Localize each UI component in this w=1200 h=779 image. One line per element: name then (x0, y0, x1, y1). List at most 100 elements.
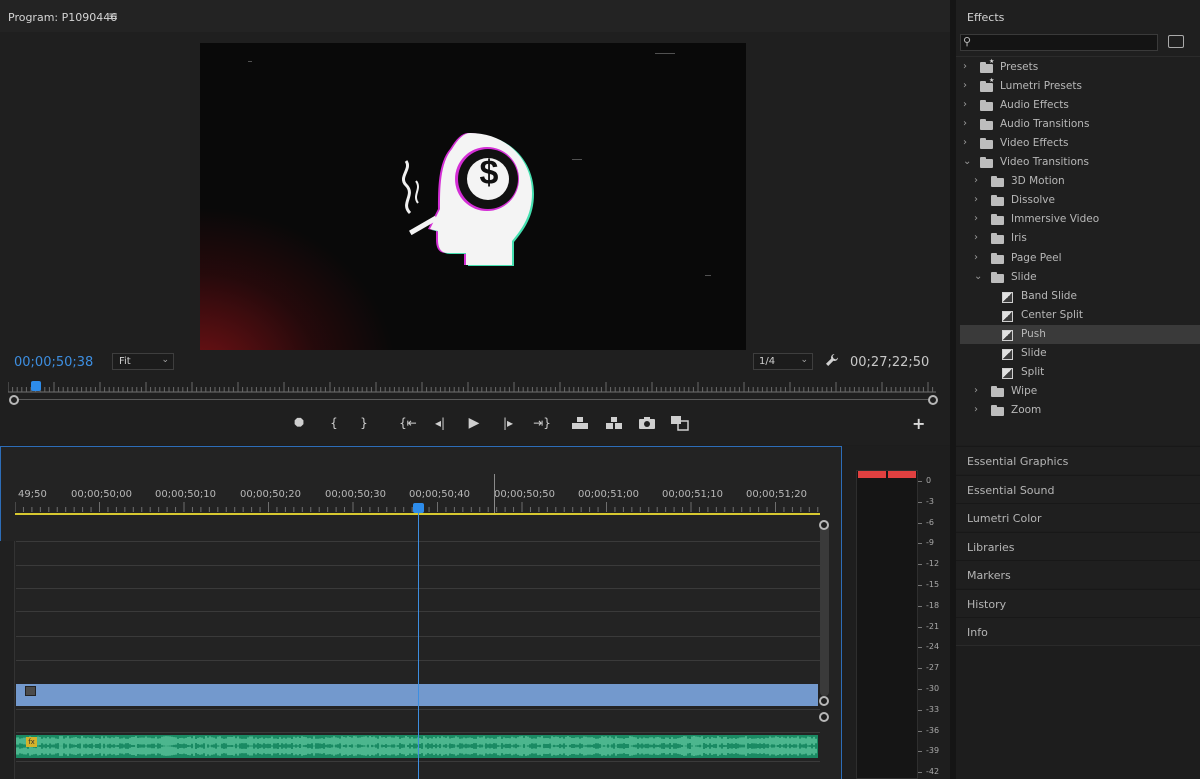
sequence-end-marker (494, 474, 495, 514)
effects-tree-item[interactable]: › Lumetri Presets (960, 77, 1200, 96)
effects-tree-item[interactable]: › Iris (960, 229, 1200, 248)
chevron-right-icon[interactable]: › (974, 194, 978, 205)
mark-out-button[interactable]: } (355, 410, 373, 436)
chevron-right-icon[interactable]: › (963, 99, 967, 110)
chevron-right-icon[interactable]: › (974, 385, 978, 396)
folder-icon (991, 252, 1004, 264)
effects-tree-item[interactable]: Slide (960, 344, 1200, 363)
chevron-down-icon[interactable]: ⌄ (974, 271, 982, 282)
playhead-timecode[interactable]: 00;00;50;38 (14, 355, 93, 370)
zoom-level-select[interactable]: Fit ⌄ (112, 353, 174, 370)
timeline-vertical-scrollbar[interactable] (819, 520, 829, 779)
panel-info[interactable]: Info (956, 617, 1200, 645)
ruler-timecode: 00;00;50;20 (240, 489, 302, 500)
ruler-timecode: 00;00;51;20 (746, 489, 808, 500)
panel-essential-graphics[interactable]: Essential Graphics (956, 446, 1200, 474)
effects-tree-item[interactable]: ⌄ Slide (960, 268, 1200, 287)
lift-icon[interactable] (570, 410, 590, 436)
transition-icon (1002, 291, 1013, 303)
timeline-playhead[interactable] (413, 503, 424, 513)
chevron-down-icon[interactable]: ⌄ (963, 156, 971, 167)
video-preview[interactable]: $ (200, 43, 746, 350)
effects-tree-item[interactable]: › Audio Transitions (960, 115, 1200, 134)
effects-tree-item[interactable]: › Immersive Video (960, 210, 1200, 229)
transition-icon (1002, 348, 1013, 360)
track-headers[interactable] (0, 541, 15, 779)
effects-tab[interactable]: Effects (967, 11, 1004, 24)
effects-tree-item[interactable]: › Page Peel (960, 249, 1200, 268)
effects-tree-item[interactable]: ⌄ Video Transitions (960, 153, 1200, 172)
effects-tree-item[interactable]: › 3D Motion (960, 172, 1200, 191)
monitor-time-ruler[interactable] (8, 378, 936, 394)
chevron-right-icon[interactable]: › (974, 232, 978, 243)
scrollbar-handle[interactable] (819, 520, 829, 530)
chevron-right-icon[interactable]: › (963, 80, 967, 91)
chevron-right-icon[interactable]: › (963, 137, 967, 148)
scrollbar-handle[interactable] (819, 712, 829, 722)
chevron-right-icon[interactable]: › (974, 404, 978, 415)
mark-in-button[interactable]: { (325, 410, 343, 436)
effects-tree-item[interactable]: Band Slide (960, 287, 1200, 306)
panel-menu-icon[interactable]: ≡ (108, 9, 118, 23)
step-back-button[interactable]: ◂| (430, 410, 450, 436)
comparison-view-icon[interactable] (670, 410, 690, 436)
ruler-timecode: 00;00;50;00 (71, 489, 133, 500)
program-title[interactable]: Program: P1090446 (8, 11, 117, 24)
effects-search-input[interactable] (960, 34, 1158, 51)
go-to-in-button[interactable]: {⇤ (396, 410, 420, 436)
panel-lumetri-color[interactable]: Lumetri Color (956, 503, 1200, 531)
step-forward-button[interactable]: |▸ (498, 410, 518, 436)
effects-tree-item[interactable]: Center Split (960, 306, 1200, 325)
ruler-timecode: 00;00;51;00 (578, 489, 640, 500)
monitor-zoom-scrollbar[interactable] (14, 399, 932, 400)
db-tick (918, 564, 922, 566)
playback-resolution-select[interactable]: 1/4 ⌄ (753, 353, 813, 370)
chevron-right-icon[interactable]: › (974, 213, 978, 224)
panel-history[interactable]: History (956, 589, 1200, 617)
export-frame-camera-icon[interactable] (638, 410, 656, 436)
audio-meter (856, 470, 918, 779)
scrollbar-end-handle[interactable] (928, 395, 938, 405)
play-button[interactable]: ▶ (464, 410, 484, 436)
db-label: -27 (926, 663, 940, 673)
folder-icon (980, 119, 993, 131)
effects-tree-item[interactable]: › Wipe (960, 382, 1200, 401)
db-label: -21 (926, 621, 940, 631)
folder-icon (980, 138, 993, 150)
effects-tree-label: Immersive Video (1011, 213, 1100, 226)
effects-tree-item[interactable]: › Zoom (960, 401, 1200, 420)
panel-markers[interactable]: Markers (956, 560, 1200, 588)
extract-icon[interactable] (604, 410, 624, 436)
effects-tree-item[interactable]: › Dissolve (960, 191, 1200, 210)
button-editor-add-button[interactable]: + (912, 414, 925, 433)
chevron-right-icon[interactable]: › (963, 118, 967, 129)
peak-indicator-left[interactable] (858, 471, 886, 478)
effects-tree-item[interactable]: › Audio Effects (960, 96, 1200, 115)
chevron-right-icon[interactable]: › (963, 61, 967, 72)
add-marker-button[interactable]: ⯃ (290, 410, 308, 436)
film-scratch (572, 159, 582, 160)
effects-tree-item[interactable]: › Presets (960, 58, 1200, 77)
video-clip[interactable] (16, 684, 818, 706)
effects-tree-item[interactable]: › Video Effects (960, 134, 1200, 153)
panel-essential-sound[interactable]: Essential Sound (956, 475, 1200, 503)
chevron-right-icon[interactable]: › (974, 252, 978, 263)
scrollbar-thumb[interactable] (820, 520, 829, 696)
film-scratch (248, 61, 252, 62)
panel-libraries[interactable]: Libraries (956, 532, 1200, 560)
preset-folder-icon (980, 77, 994, 93)
wrench-icon[interactable] (825, 353, 839, 367)
effects-tree-item[interactable]: Split (960, 363, 1200, 382)
db-tick (918, 543, 922, 545)
scrollbar-handle[interactable] (819, 696, 829, 706)
monitor-playhead[interactable] (31, 381, 41, 391)
scrollbar-start-handle[interactable] (9, 395, 19, 405)
db-tick (918, 709, 922, 711)
new-custom-bin-icon[interactable] (1168, 35, 1184, 48)
peak-indicator-right[interactable] (888, 471, 916, 478)
ruler-timecode: 00;00;51;10 (662, 489, 724, 500)
go-to-out-button[interactable]: ⇥} (530, 410, 554, 436)
effects-tree-item[interactable]: Push (960, 324, 1200, 344)
audio-clip[interactable] (16, 735, 818, 758)
chevron-right-icon[interactable]: › (974, 175, 978, 186)
